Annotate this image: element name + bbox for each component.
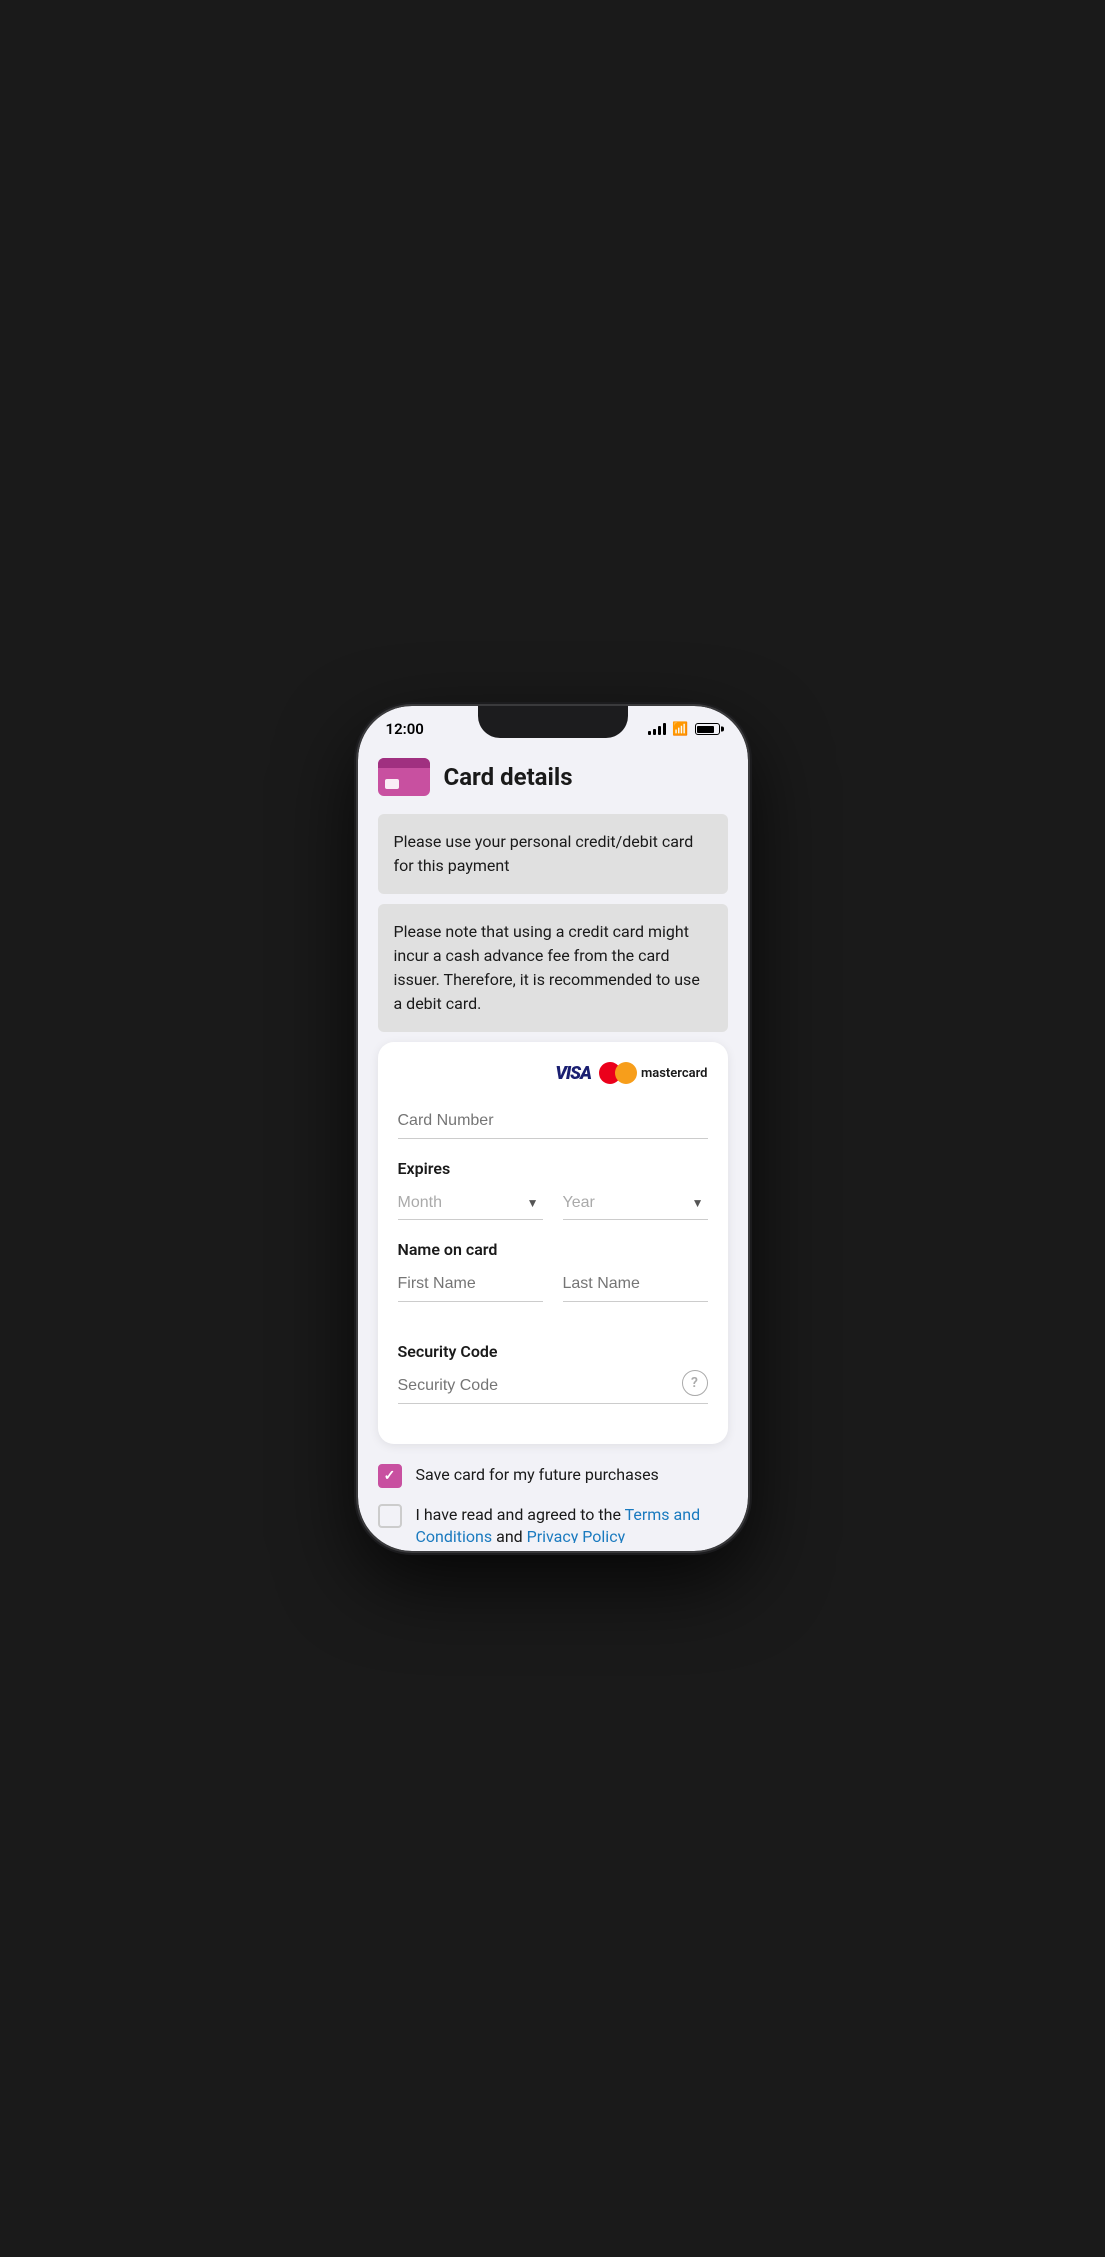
terms-checkbox[interactable] — [378, 1504, 402, 1528]
page-header: Card details — [378, 758, 728, 796]
security-help-button[interactable]: ? — [682, 1370, 708, 1396]
month-select-wrap: Month 010203 040506 070809 101112 ▼ — [398, 1186, 543, 1220]
status-icons: 📶 — [648, 722, 719, 737]
name-on-card-label: Name on card — [398, 1240, 708, 1259]
security-code-wrap: ? — [398, 1369, 708, 1404]
first-name-input[interactable] — [398, 1267, 543, 1302]
wifi-icon: 📶 — [672, 722, 688, 737]
security-help-icon: ? — [691, 1375, 698, 1391]
terms-label: I have read and agreed to the Terms and … — [416, 1504, 728, 1543]
phone-screen: 12:00 📶 — [358, 706, 748, 1551]
signal-icon — [648, 723, 666, 735]
notice-box-1: Please use your personal credit/debit ca… — [378, 814, 728, 894]
save-card-checkmark: ✓ — [384, 1468, 396, 1484]
notch — [478, 706, 628, 738]
last-name-field — [563, 1267, 708, 1302]
card-number-input[interactable] — [398, 1104, 708, 1139]
expires-field: Expires Month 010203 040506 070809 10111… — [398, 1159, 708, 1220]
notice-box-2: Please note that using a credit card mig… — [378, 904, 728, 1032]
card-number-field — [398, 1104, 708, 1139]
save-card-row: ✓ Save card for my future purchases — [378, 1464, 728, 1488]
mc-circle-orange — [615, 1062, 637, 1084]
name-on-card-field: Name on card — [398, 1240, 708, 1322]
card-icon — [378, 758, 430, 796]
terms-and: and — [496, 1527, 523, 1543]
expires-row: Month 010203 040506 070809 101112 ▼ Year — [398, 1186, 708, 1220]
security-code-label: Security Code — [398, 1342, 708, 1361]
name-row — [398, 1267, 708, 1322]
year-select-wrap: Year 202420252026 202720282029 203020312… — [563, 1186, 708, 1220]
mastercard-text: mastercard — [641, 1066, 708, 1081]
terms-prefix: I have read and agreed to the — [416, 1505, 625, 1524]
card-brands: VISA mastercard — [398, 1062, 708, 1084]
security-code-input[interactable] — [398, 1369, 708, 1404]
first-name-field — [398, 1267, 543, 1302]
notice-text-2: Please note that using a credit card mig… — [394, 922, 700, 1013]
phone-frame: 12:00 📶 — [358, 706, 748, 1551]
month-select[interactable]: Month 010203 040506 070809 101112 — [398, 1186, 543, 1220]
visa-logo: VISA — [555, 1063, 591, 1084]
save-card-label: Save card for my future purchases — [416, 1464, 659, 1486]
last-name-input[interactable] — [563, 1267, 708, 1302]
main-content: Card details Please use your personal cr… — [358, 742, 748, 1543]
year-select[interactable]: Year 202420252026 202720282029 203020312… — [563, 1186, 708, 1220]
battery-icon — [695, 723, 720, 735]
card-form: VISA mastercard Expires — [378, 1042, 728, 1444]
security-code-field: Security Code ? — [398, 1342, 708, 1404]
expires-label: Expires — [398, 1159, 708, 1178]
mastercard-logo: mastercard — [599, 1062, 708, 1084]
notice-text-1: Please use your personal credit/debit ca… — [394, 832, 694, 875]
status-time: 12:00 — [386, 720, 424, 738]
terms-row: I have read and agreed to the Terms and … — [378, 1504, 728, 1543]
save-card-checkbox[interactable]: ✓ — [378, 1464, 402, 1488]
privacy-policy-link[interactable]: Privacy Policy — [527, 1527, 626, 1543]
page-title: Card details — [444, 763, 573, 791]
